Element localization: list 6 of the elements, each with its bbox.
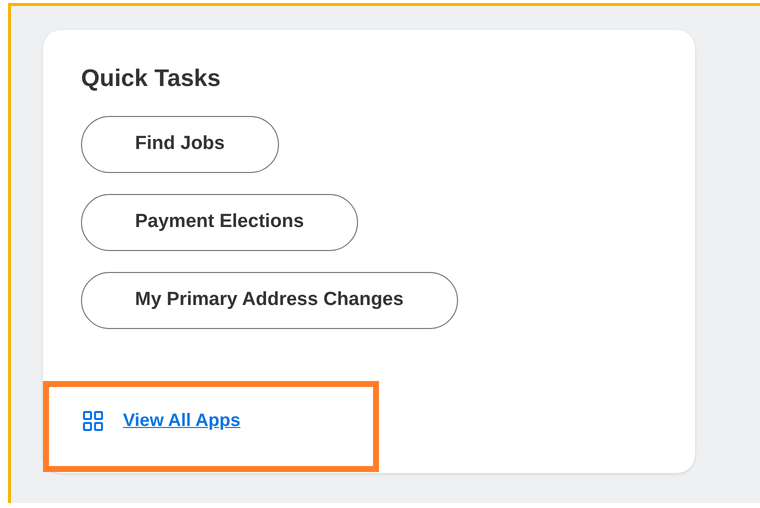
task-button[interactable]: Find Jobs <box>81 116 279 173</box>
view-all-apps-link[interactable]: View All Apps <box>123 407 240 434</box>
card-title: Quick Tasks <box>81 64 222 94</box>
grid-icon <box>83 410 103 430</box>
task-button[interactable]: My Primary Address Changes <box>81 272 458 329</box>
task-button[interactable]: Payment Elections <box>81 194 358 251</box>
